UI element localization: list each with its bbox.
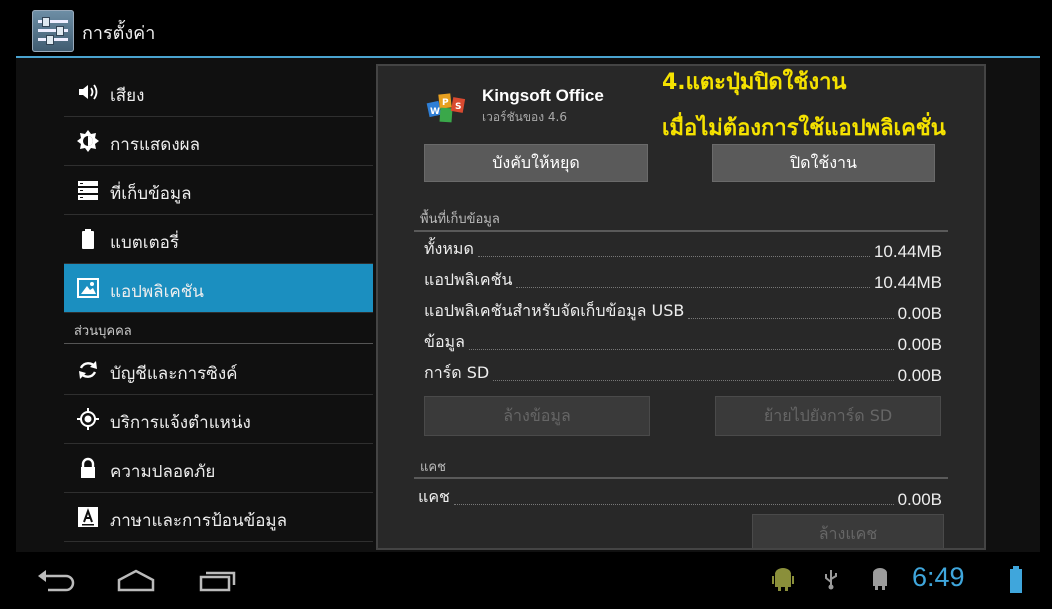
sidebar-item-label: บริการแจ้งตำแหน่ง <box>110 413 251 433</box>
row-label: แอปพลิเคชัน <box>424 270 513 289</box>
recent-apps-icon[interactable] <box>198 568 238 592</box>
system-bar: 6:49 <box>0 552 1052 609</box>
app-name: Kingsoft Office <box>482 86 604 105</box>
kingsoft-office-icon: W P S <box>426 93 466 123</box>
storage-divider <box>414 230 948 232</box>
storage-icon <box>76 178 100 202</box>
page-title: การตั้งค่า <box>82 23 156 44</box>
cache-row: แคช 0.00B <box>418 487 942 510</box>
row-label: ข้อมูล <box>424 332 465 351</box>
sidebar-item-location[interactable]: บริการแจ้งตำแหน่ง <box>64 395 373 444</box>
storage-header: พื้นที่เก็บข้อมูล <box>420 212 500 227</box>
row-value: 0.00B <box>897 304 942 323</box>
sidebar-item-sound[interactable]: เสียง <box>64 68 373 117</box>
app-version: เวอร์ชันของ 4.6 <box>482 110 568 124</box>
disable-button[interactable]: ปิดใช้งาน <box>712 144 935 182</box>
move-to-sd-button[interactable]: ย้ายไปยังการ์ด SD <box>715 396 941 436</box>
cache-header: แคช <box>420 460 446 475</box>
settings-list[interactable]: เสียง การแสดงผล ที่เก็บข้อมูล แบตเตอรี่ … <box>64 58 374 552</box>
svg-text:P: P <box>442 98 449 108</box>
svg-text:W: W <box>430 107 440 117</box>
storage-row-sdcard: การ์ด SD 0.00B <box>424 363 942 386</box>
sidebar-item-label: ภาษาและการป้อนข้อมูล <box>110 511 288 531</box>
language-icon <box>76 505 100 529</box>
sidebar-item-accounts-sync[interactable]: บัญชีและการซิงค์ <box>64 346 373 395</box>
sidebar-item-label: บัญชีและการซิงค์ <box>110 364 238 384</box>
row-value: 0.00B <box>897 335 942 354</box>
location-icon <box>76 407 100 431</box>
back-icon[interactable] <box>36 570 76 592</box>
sync-icon <box>76 358 100 382</box>
storage-row-total: ทั้งหมด 10.44MB <box>424 239 942 262</box>
status-clock: 6:49 <box>912 562 965 592</box>
cache-divider <box>414 477 948 479</box>
sidebar-item-storage[interactable]: ที่เก็บข้อมูล <box>64 166 373 215</box>
sidebar-item-label: แบตเตอรี่ <box>110 233 179 253</box>
android-notification-icon <box>873 568 887 590</box>
row-label: ทั้งหมด <box>424 239 474 258</box>
usb-icon <box>825 570 837 590</box>
sidebar-item-label: ความปลอดภัย <box>110 462 216 482</box>
sidebar-item-battery[interactable]: แบตเตอรี่ <box>64 215 373 264</box>
lock-icon <box>76 456 100 480</box>
row-value: 0.00B <box>897 490 942 509</box>
row-value: 10.44MB <box>873 273 942 292</box>
sidebar-item-display[interactable]: การแสดงผล <box>64 117 373 166</box>
sidebar-item-apps[interactable]: แอปพลิเคชัน <box>64 264 373 313</box>
home-icon[interactable] <box>116 568 156 592</box>
row-label: แอปพลิเคชันสำหรับจัดเก็บข้อมูล USB <box>424 301 685 320</box>
row-value: 0.00B <box>897 366 942 385</box>
storage-row-app: แอปพลิเคชัน 10.44MB <box>424 270 942 293</box>
settings-icon[interactable] <box>32 10 74 52</box>
sidebar-item-security[interactable]: ความปลอดภัย <box>64 444 373 493</box>
row-value: 10.44MB <box>873 242 942 261</box>
clear-data-button[interactable]: ล้างข้อมูล <box>424 396 650 436</box>
sidebar-item-label: แอปพลิเคชัน <box>110 282 204 302</box>
android-debug-icon <box>772 568 794 591</box>
section-header-personal: ส่วนบุคคล <box>74 324 132 339</box>
row-label: การ์ด SD <box>424 363 490 382</box>
annotation-line-1: 4.แตะปุ่มปิดใช้งาน <box>662 70 847 95</box>
sidebar-item-label: การแสดงผล <box>110 135 201 155</box>
section-divider <box>64 343 373 344</box>
battery-status-icon <box>1010 566 1022 593</box>
clear-cache-button[interactable]: ล้างแคช <box>752 514 944 548</box>
row-label: แคช <box>418 487 450 506</box>
sidebar-item-label: เสียง <box>110 86 145 106</box>
storage-row-data: ข้อมูล 0.00B <box>424 332 942 355</box>
svg-text:S: S <box>455 102 461 112</box>
sidebar-item-language[interactable]: ภาษาและการป้อนข้อมูล <box>64 493 373 542</box>
brightness-icon <box>76 129 100 153</box>
force-stop-button[interactable]: บังคับให้หยุด <box>424 144 648 182</box>
annotation-line-2: เมื่อไม่ต้องการใช้แอปพลิเคชั่น <box>662 116 946 141</box>
action-bar: การตั้งค่า <box>0 0 1052 56</box>
storage-row-usb: แอปพลิเคชันสำหรับจัดเก็บข้อมูล USB 0.00B <box>424 301 942 324</box>
battery-icon <box>76 227 100 251</box>
apps-icon <box>76 276 100 300</box>
sidebar-item-label: ที่เก็บข้อมูล <box>110 184 192 204</box>
volume-icon <box>76 80 100 104</box>
